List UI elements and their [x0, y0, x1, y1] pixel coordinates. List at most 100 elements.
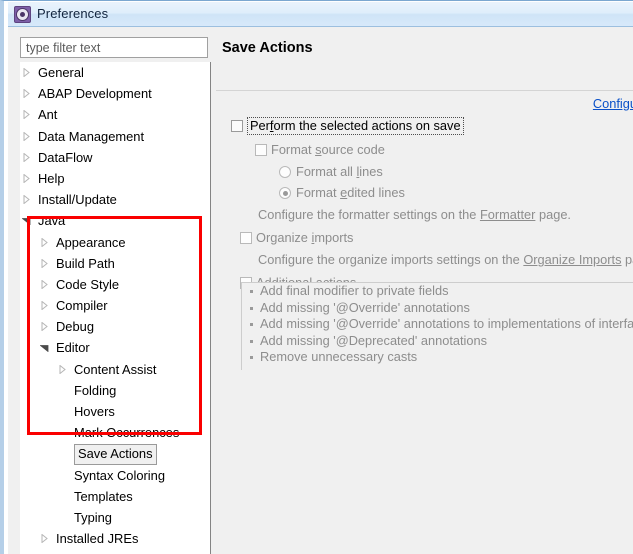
chevron-right-icon[interactable] — [23, 68, 30, 77]
tree-item-label: Content Assist — [74, 361, 157, 377]
configure-link[interactable]: Configu — [593, 96, 633, 111]
tree-item-content-assist[interactable]: Content Assist — [20, 359, 210, 380]
chevron-down-icon[interactable] — [40, 345, 49, 353]
tree-item-install-update[interactable]: Install/Update — [20, 189, 210, 210]
tree-item-label: Debug — [56, 319, 94, 335]
dialog-content: General ABAP Development Ant Data Managemen… — [8, 27, 633, 554]
tree-item-label: Mark Occurrences — [74, 425, 180, 441]
preferences-gear-icon — [14, 6, 31, 23]
chevron-right-icon[interactable] — [23, 89, 30, 99]
chevron-right-icon[interactable] — [23, 152, 30, 162]
action-list-item: Add missing '@Deprecated' annotations — [242, 333, 633, 350]
tree-item-label: ABAP Development — [38, 86, 152, 102]
tree-item-label: Help — [38, 170, 65, 186]
tree-item-label: Templates — [74, 488, 133, 504]
tree-item-general[interactable]: General — [20, 62, 210, 83]
tree-item-label: Hovers — [74, 404, 115, 419]
checkbox-box[interactable] — [240, 232, 252, 244]
titlebar: Preferences — [8, 2, 633, 27]
action-list-item: Add final modifier to private fields — [242, 283, 633, 300]
tree-item-dataflow[interactable]: DataFlow — [20, 147, 210, 168]
filter-input[interactable] — [20, 37, 208, 58]
tree-item-ant[interactable]: Ant — [20, 104, 210, 125]
chevron-right-icon[interactable] — [41, 322, 48, 332]
action-list-item: Add missing '@Override' annotations to i… — [242, 316, 633, 333]
format-edited-lines-radio[interactable]: Format edited lines — [279, 185, 405, 200]
tree-item-label: Syntax Coloring — [74, 467, 165, 483]
chevron-right-icon[interactable] — [41, 279, 48, 289]
organize-imports-hint: Configure the organize imports settings … — [258, 252, 633, 267]
organize-imports-checkbox[interactable]: Organize imports — [240, 230, 353, 245]
tree-item-save-actions[interactable]: Save Actions — [20, 443, 210, 466]
tree-item-label: Typing — [74, 509, 112, 525]
tree-item-label: General — [38, 65, 84, 80]
chevron-right-icon[interactable] — [41, 237, 48, 247]
chevron-right-icon[interactable] — [23, 131, 30, 141]
save-actions-page: Save Actions Configu Perform the selecte… — [216, 27, 633, 554]
tree-item-java[interactable]: Java — [20, 210, 210, 231]
tree-item-syntax-coloring[interactable]: Syntax Coloring — [20, 465, 210, 486]
tree-item-appearance[interactable]: Appearance — [20, 232, 210, 253]
tree-item-label: Java — [38, 213, 66, 229]
tree-item-label: JUnit — [56, 549, 85, 554]
formatter-link[interactable]: Formatter — [480, 207, 535, 222]
tree-item-label: Build Path — [56, 255, 115, 271]
tree-item-label: Ant — [38, 107, 58, 123]
format-source-code-checkbox[interactable]: Format source code — [255, 142, 385, 157]
tree-item-label: Save Actions — [74, 444, 157, 466]
tree-item-editor[interactable]: Editor — [20, 337, 210, 358]
additional-actions-list[interactable]: Add final modifier to private fields Add … — [241, 282, 633, 370]
title-separator — [216, 90, 633, 91]
chevron-right-icon[interactable] — [41, 534, 48, 544]
perform-actions-on-save-checkbox[interactable]: Perform the selected actions on save — [231, 117, 464, 135]
tree-item-abap-development[interactable]: ABAP Development — [20, 83, 210, 104]
chevron-down-icon[interactable] — [22, 218, 31, 226]
format-all-lines-label: Format all lines — [296, 164, 383, 179]
tree-item-hovers[interactable]: Hovers — [20, 401, 210, 422]
tree-item-typing[interactable]: Typing — [20, 507, 210, 528]
tree-item-code-style[interactable]: Code Style — [20, 274, 210, 295]
action-list-item: Remove unnecessary casts — [242, 349, 633, 366]
perform-actions-on-save-label: Perform the selected actions on save — [247, 117, 464, 135]
tree-item-templates[interactable]: Templates — [20, 486, 210, 507]
tree-item-label: Installed JREs — [56, 531, 139, 547]
tree-item-debug[interactable]: Debug — [20, 316, 210, 337]
organize-imports-label: Organize imports — [256, 230, 354, 245]
window-frame: Preferences General ABAP Development Ant Da… — [0, 0, 633, 554]
chevron-right-icon[interactable] — [23, 173, 30, 183]
tree-item-compiler[interactable]: Compiler — [20, 295, 210, 316]
organize-imports-link[interactable]: Organize Imports — [523, 252, 621, 267]
tree-item-junit[interactable]: JUnit — [20, 549, 210, 554]
tree-item-data-management[interactable]: Data Management — [20, 126, 210, 147]
chevron-right-icon[interactable] — [41, 258, 48, 268]
radio-dot[interactable] — [279, 166, 291, 178]
tree-item-folding[interactable]: Folding — [20, 380, 210, 401]
tree-item-label: Data Management — [38, 128, 145, 144]
tree-item-installed-jres[interactable]: Installed JREs — [20, 528, 210, 549]
tree-item-help[interactable]: Help — [20, 168, 210, 189]
chevron-right-icon[interactable] — [59, 364, 66, 374]
tree-item-build-path[interactable]: Build Path — [20, 253, 210, 274]
action-list-item: Add missing '@Override' annotations — [242, 300, 633, 317]
organize-imports-hint-prefix: Configure the organize imports settings … — [258, 252, 524, 267]
navigation-pane: General ABAP Development Ant Data Managemen… — [13, 27, 211, 554]
tree-item-label: Appearance — [56, 234, 126, 250]
tree-item-mark-occurrences[interactable]: Mark Occurrences — [20, 422, 210, 443]
chevron-right-icon[interactable] — [23, 110, 30, 120]
tree-item-label: DataFlow — [38, 149, 93, 165]
radio-dot[interactable] — [279, 187, 291, 199]
checkbox-box[interactable] — [255, 144, 267, 156]
checkbox-box[interactable] — [231, 120, 243, 132]
tree-item-label: Editor — [56, 340, 90, 356]
tree-item-label: Folding — [74, 382, 117, 398]
format-all-lines-radio[interactable]: Format all lines — [279, 164, 383, 179]
chevron-right-icon[interactable] — [41, 301, 48, 311]
tree-item-label: Install/Update — [38, 192, 117, 208]
chevron-right-icon[interactable] — [23, 195, 30, 205]
tree-item-label: Code Style — [56, 276, 120, 292]
preferences-tree[interactable]: General ABAP Development Ant Data Managemen… — [20, 62, 211, 554]
formatter-hint: Configure the formatter settings on the … — [258, 207, 571, 222]
formatter-hint-prefix: Configure the formatter settings on the — [258, 207, 480, 222]
preferences-window: Preferences General ABAP Development Ant Da… — [0, 0, 633, 554]
page-title: Save Actions — [222, 40, 313, 56]
